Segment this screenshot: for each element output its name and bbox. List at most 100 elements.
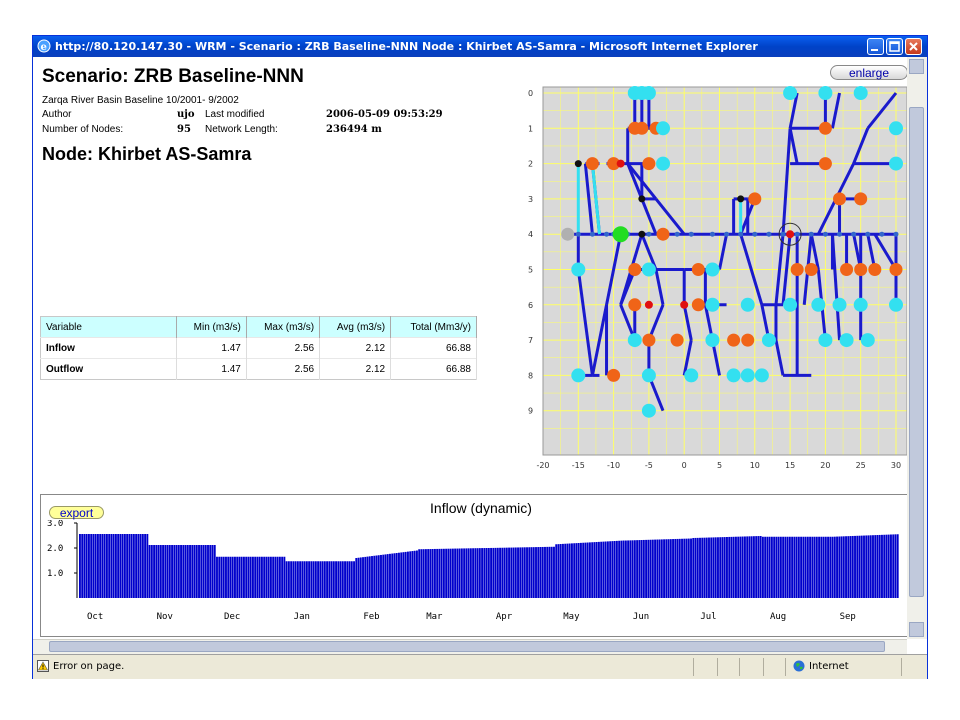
cyan-node[interactable] [641, 403, 656, 418]
chart-bar [94, 534, 97, 598]
cyan-node[interactable] [740, 368, 755, 383]
orange-node[interactable] [628, 263, 642, 276]
scroll-up-arrow[interactable] [909, 59, 924, 74]
cyan-node[interactable] [832, 297, 847, 312]
cyan-node[interactable] [705, 297, 720, 312]
table-row: Inflow 1.47 2.56 2.12 66.88 [40, 337, 477, 359]
vertical-scroll-thumb[interactable] [909, 107, 924, 597]
cyan-node[interactable] [783, 297, 798, 312]
orange-node[interactable] [635, 121, 649, 135]
minimize-button[interactable] [867, 38, 884, 55]
cyan-node[interactable] [818, 86, 833, 100]
cyan-node[interactable] [705, 262, 720, 277]
maximize-icon [889, 41, 900, 52]
y-tick-label: 3.0 [47, 520, 63, 529]
chart-bar [667, 539, 670, 598]
green-node[interactable] [612, 226, 629, 243]
cyan-node[interactable] [571, 368, 586, 383]
chart-bar [784, 536, 787, 598]
black-node[interactable] [638, 195, 646, 203]
red-node[interactable] [680, 300, 689, 309]
cyan-node[interactable] [783, 86, 798, 100]
cyan-node[interactable] [889, 121, 903, 136]
warning-icon[interactable] [37, 660, 49, 672]
orange-node[interactable] [691, 263, 705, 276]
orange-node[interactable] [741, 333, 755, 347]
maximize-button[interactable] [886, 38, 903, 55]
cyan-node[interactable] [656, 156, 671, 171]
enlarge-button[interactable]: enlarge [830, 65, 907, 80]
close-button[interactable] [905, 38, 922, 55]
vertical-scrollbar[interactable] [907, 57, 927, 639]
cyan-node[interactable] [754, 368, 769, 383]
red-node[interactable] [786, 230, 795, 239]
cyan-node[interactable] [811, 297, 826, 312]
chart-bar [355, 558, 358, 598]
cyan-node[interactable] [818, 333, 833, 348]
orange-node[interactable] [670, 333, 684, 347]
orange-node[interactable] [727, 333, 741, 347]
orange-node[interactable] [790, 263, 804, 276]
cyan-node[interactable] [627, 333, 642, 348]
cyan-node[interactable] [860, 333, 875, 348]
orange-node[interactable] [628, 298, 642, 312]
export-button[interactable]: export [49, 506, 104, 519]
cyan-node[interactable] [656, 121, 671, 136]
black-node[interactable] [638, 230, 646, 238]
cyan-node[interactable] [853, 86, 868, 100]
chart-bar [382, 554, 385, 598]
orange-node[interactable] [642, 157, 656, 171]
orange-node[interactable] [642, 333, 656, 347]
orange-node[interactable] [868, 263, 882, 276]
orange-node[interactable] [854, 192, 868, 206]
red-node[interactable] [616, 159, 625, 168]
orange-node[interactable] [656, 227, 670, 241]
cyan-node[interactable] [726, 368, 741, 383]
chart-bar [788, 536, 791, 598]
chart-bar [121, 534, 124, 598]
cyan-node[interactable] [641, 86, 656, 100]
black-node[interactable] [737, 195, 745, 203]
cyan-node[interactable] [853, 297, 868, 312]
scroll-down-arrow[interactable] [909, 622, 924, 637]
orange-node[interactable] [585, 157, 599, 171]
junction-node [879, 231, 885, 237]
chart-bar [296, 561, 299, 598]
cyan-node[interactable] [889, 156, 903, 171]
table-cell: 66.88 [390, 358, 477, 380]
chart-bar [427, 549, 430, 598]
orange-node[interactable] [691, 298, 705, 312]
node-stats-table: Variable Min (m3/s) Max (m3/s) Avg (m3/s… [40, 316, 477, 380]
orange-node[interactable] [818, 121, 832, 135]
orange-node[interactable] [804, 263, 818, 276]
cyan-node[interactable] [705, 333, 720, 348]
orange-node[interactable] [840, 263, 854, 276]
title-bar[interactable]: e http://80.120.147.30 - WRM - Scenario … [33, 36, 927, 57]
orange-node[interactable] [889, 263, 903, 276]
gray-node[interactable] [561, 227, 575, 241]
red-node[interactable] [644, 300, 653, 309]
orange-node[interactable] [748, 192, 762, 206]
chart-bar [409, 551, 412, 598]
cyan-node[interactable] [889, 297, 903, 312]
orange-node[interactable] [833, 192, 847, 206]
cyan-node[interactable] [684, 368, 699, 383]
cyan-node[interactable] [641, 262, 656, 277]
chart-bar [292, 561, 295, 598]
cyan-node[interactable] [839, 333, 854, 348]
cyan-node[interactable] [740, 297, 755, 312]
orange-node[interactable] [854, 263, 868, 276]
orange-node[interactable] [607, 368, 621, 382]
cyan-node[interactable] [761, 333, 776, 348]
chart-bar [537, 547, 540, 598]
chart-bar [87, 534, 90, 598]
horizontal-scrollbar[interactable] [33, 639, 907, 654]
orange-node[interactable] [818, 157, 832, 171]
chart-bar [373, 555, 376, 598]
cyan-node[interactable] [641, 368, 656, 383]
network-map[interactable]: -20 -15 -10 -5 0 5 10 15 20 25 30 0 1 2 3 4 5 6 7 8 9 [521, 84, 907, 479]
black-node[interactable] [574, 160, 582, 168]
horizontal-scroll-thumb[interactable] [49, 641, 885, 652]
chart-bar [265, 556, 268, 598]
cyan-node[interactable] [571, 262, 586, 277]
